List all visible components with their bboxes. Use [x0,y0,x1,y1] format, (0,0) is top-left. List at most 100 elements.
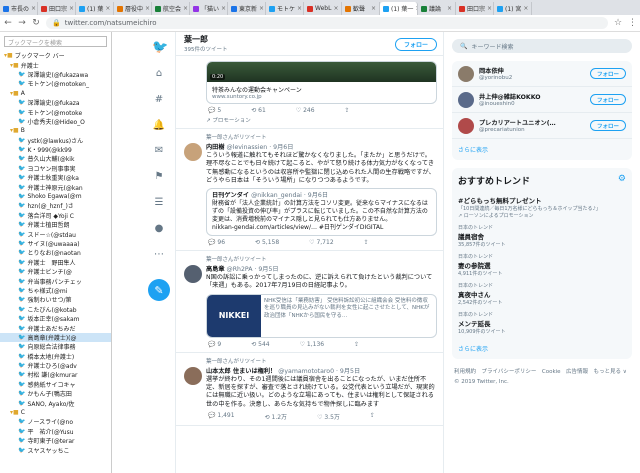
tweet-item[interactable]: 葉一郎さんがリツイート 内田樹 @levinassien · 9月6日 こういう… [176,129,443,252]
twitter-search-input[interactable]: 🔍 キーワード検索 [452,39,632,53]
bookmark-item[interactable]: 🐦 弁護士秋重実(@ka [0,173,111,182]
bookmark-item[interactable]: 🐦 スヤスヤッちこ [0,445,111,455]
like-button[interactable]: ♡ 246 [296,107,315,114]
share-icon[interactable]: ⇪ [364,239,369,246]
browser-tab[interactable]: 歓聲 × [342,2,380,15]
reload-icon[interactable]: ↻ [32,18,40,28]
reply-button[interactable]: 💬 9 [208,341,221,348]
trend-item[interactable]: 日本のトレンド メンテ延長 10,909件のツイート [452,309,632,338]
bookmarks-icon[interactable]: ⚑ [152,171,166,182]
close-icon[interactable]: × [259,5,264,12]
bookmark-item[interactable]: 🐦 モトケン(@motoke [0,107,111,117]
gear-icon[interactable]: ⚙ [618,174,626,187]
forward-icon[interactable]: → [18,18,26,28]
bookmark-item[interactable]: 🐦 強制わいせつ/第 [0,295,111,304]
bookmark-folder[interactable]: ▾■ B [0,126,111,135]
bookmark-folder[interactable]: ▾■ ブックマーク バー [0,51,111,60]
lists-icon[interactable]: ☰ [152,197,166,208]
quote-link[interactable]: nikkan-gendai.com/articles/view/… #日刊ゲンダ… [212,224,431,232]
close-icon[interactable]: × [297,5,302,12]
close-icon[interactable]: × [447,5,452,12]
bookmark-item[interactable]: 🐦 普久山大輔(@kik [0,154,111,163]
retweet-button[interactable]: ⟲ 1.2万 [265,412,287,421]
follow-button[interactable]: フォロー [589,68,626,79]
link-card[interactable]: NIKKEI NHK受信は「業務妨害」 受信料訴訟初公に組織会会 受信料の徴収を… [206,293,437,338]
bookmark-item[interactable]: 🐦 ヨコヤン刑事事実 [0,164,111,173]
retweet-button[interactable]: ⟲ 5,158 [255,239,279,246]
back-icon[interactable]: ← [4,18,12,28]
quoted-tweet[interactable]: 日刊ゲンダイ @nikkan_gendai · 9月6日 財務省が「法人企業統計… [206,188,437,237]
bookmark-folder[interactable]: ▾■ A [0,89,111,98]
share-icon[interactable]: ⇪ [345,107,350,114]
close-icon[interactable]: × [333,5,338,12]
trend-item[interactable]: 日本のトレンド 妻の参院選 4,911件のツイート [452,251,632,280]
bookmark-search-input[interactable]: ブックマークを検索 [4,36,107,47]
bookmark-item[interactable]: 🐦 感熱紙サイコキャ [0,380,111,389]
bookmark-item[interactable]: 🐦 平 祐介(@Yusu [0,427,111,436]
bookmark-item[interactable]: 🐦 深澤諭史(@fukazawa [0,70,111,79]
compose-tweet-button[interactable]: ✎ [148,279,170,301]
bookmark-item[interactable]: 🐦 落合洋司 ◆Yoji C [0,211,111,220]
reply-button[interactable]: 💬 1,491 [208,412,235,421]
close-icon[interactable]: × [31,5,36,12]
share-icon[interactable]: ⇪ [354,341,359,348]
browser-tab[interactable]: 田口宗 × [38,2,76,15]
browser-tab[interactable]: WebL × [304,2,342,15]
video-card[interactable]: 0:20 特茶みんなの運動会キャンペーン www.suntory.co.jp [206,61,437,104]
close-icon[interactable]: × [69,5,74,12]
trend-item[interactable]: 日本のトレンド 真夜中さん 2,542件のツイート [452,280,632,309]
share-icon[interactable]: ⇪ [370,412,375,421]
bookmark-item[interactable]: 🐦 高島章(弁護士)(@ [0,332,111,343]
browser-tab[interactable]: (1) 葉 × [76,2,114,15]
follow-button[interactable]: フォロー [589,94,626,105]
close-icon[interactable]: × [105,5,110,12]
suggested-user[interactable]: プレカリアートユニオン(… @precariatunion フォロー [452,113,632,139]
footer-links[interactable]: 利用規約 プライバシーポリシー Cookie 広告情報 もっと見る ∨ © 20… [452,359,632,395]
star-icon[interactable]: ☆ [614,18,622,28]
browser-tab[interactable]: 田口宗 × [456,2,494,15]
notifications-icon[interactable]: 🔔 [152,120,166,131]
browser-tab[interactable]: 議論 × [418,2,456,15]
bookmark-item[interactable]: 🐦 SANO, Ayako/佐 [0,398,111,408]
retweet-button[interactable]: ⟲ 61 [251,107,266,114]
browser-tab[interactable]: (1) 葉一× [380,2,418,15]
browser-tab[interactable]: 市長の × [0,2,38,15]
bookmark-item[interactable]: 🐦 弁当事務パンチェッ [0,276,111,286]
more-icon[interactable]: ⋯ [152,249,166,260]
bookmark-folder[interactable]: ▾■ C [0,408,111,417]
bookmark-item[interactable]: 🐦 小倉秀夫(@Hideo_O [0,117,111,126]
close-icon[interactable]: × [371,5,376,12]
follow-button[interactable]: フォロー [589,120,626,131]
bookmark-item[interactable]: 🐦 サイヌ(@uwaaaa) [0,239,111,248]
browser-tab[interactable]: 層役中 × [114,2,152,15]
profile-icon[interactable]: ● [152,223,166,234]
show-more-link[interactable]: さらに表示 [452,139,632,160]
like-button[interactable]: ♡ 7,712 [309,239,333,246]
menu-icon[interactable]: ⋮ [628,18,637,28]
browser-tab[interactable]: モトケ × [266,2,304,15]
bookmark-item[interactable]: 🐦 弁護士ビンチ(@ [0,267,111,276]
tweet-item[interactable]: 葉一郎さんがリツイート 高島章 @Rh2PA · 9月5日 N国の訴訟に乗っかっ… [176,251,443,353]
bookmark-item[interactable]: 🐦 弁護士ひろ(@adv [0,361,111,370]
tweet-promo[interactable]: 0:20 特茶みんなの運動会キャンペーン www.suntory.co.jp 💬… [176,56,443,129]
bookmark-item[interactable]: 🐦 深澤諭史(@fukaza [0,98,111,107]
bookmark-item[interactable]: 🐦 寺町東子(@terar [0,436,111,445]
trends-more-link[interactable]: さらに表示 [452,338,632,359]
suggested-user[interactable]: 井上伸@雑誌KOKKO @inoueshin0 フォロー [452,87,632,113]
retweet-button[interactable]: ⟲ 544 [251,341,269,348]
avatar[interactable] [458,91,474,108]
reply-button[interactable]: 💬 96 [208,239,225,246]
bookmark-item[interactable]: 🐦 K・999(@kk99 [0,145,111,154]
reply-button[interactable]: 💬 5 [208,107,221,114]
tweet-item[interactable]: 葉一郎さんがリツイート 山本太郎 住まいは権利！ @yamamototaro0 … [176,353,443,426]
bookmark-item[interactable]: 🐦 弁護士植田哲朗 [0,220,111,229]
bookmark-item[interactable]: 🐦 ノースライ(@no [0,417,111,426]
bookmark-item[interactable]: 🐦 こたびん(@kotab [0,305,111,314]
close-icon[interactable]: × [487,5,492,12]
bookmark-item[interactable]: 🐦 ちゃ様式(@mi [0,286,111,295]
follow-button[interactable]: フォロー [394,38,437,51]
bookmark-item[interactable]: 🐦 坂本正幸(@sakam [0,314,111,323]
close-icon[interactable]: × [183,5,188,12]
home-icon[interactable]: ⌂ [152,68,166,79]
avatar[interactable] [458,65,474,82]
